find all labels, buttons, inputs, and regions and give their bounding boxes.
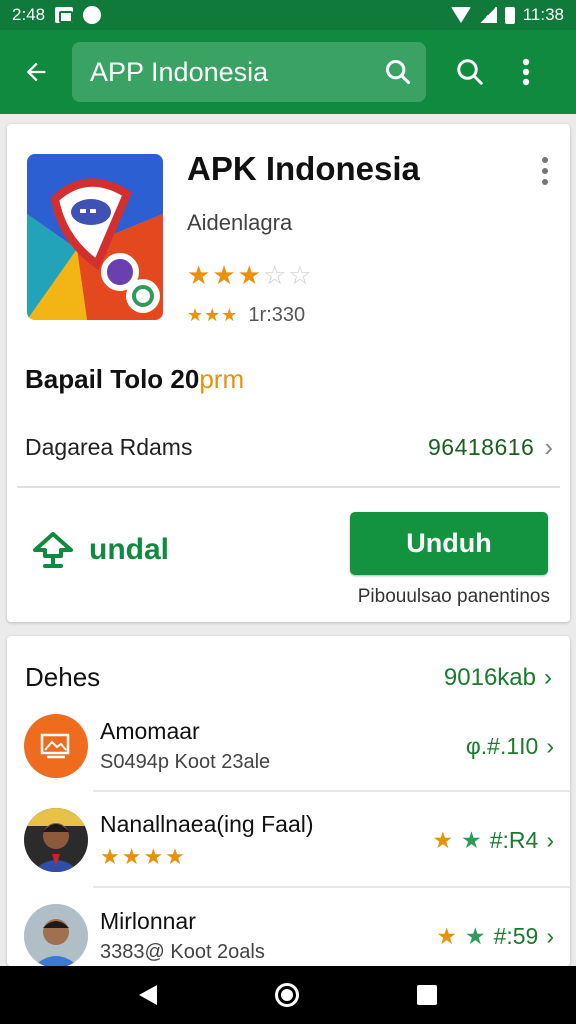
star-icon: ★ <box>187 260 211 290</box>
install-link[interactable]: undal <box>31 530 169 570</box>
promo-text: Bapail Tolo 20prm <box>25 364 244 395</box>
list-item[interactable]: Amomaar S0494p Koot 23ale φ.#.1I0 › <box>7 698 570 794</box>
divider <box>17 486 560 488</box>
overflow-menu-button[interactable] <box>498 30 554 114</box>
star-icon: ★ <box>237 260 261 290</box>
status-time-left: 2:48 <box>12 5 46 24</box>
list-item-value-text: #:59 <box>493 922 539 949</box>
rating-stars: ★ ★ ★ ☆ ☆ <box>187 262 312 288</box>
list-item-value: φ.#.1I0 › <box>466 733 554 760</box>
list-item-value-text: #:R4 <box>489 826 539 853</box>
status-time-right: 11:38 <box>522 5 564 24</box>
section-title: Dehes <box>25 662 101 692</box>
chevron-right-icon: › <box>544 431 553 462</box>
review-count: 1r:330 <box>248 304 306 326</box>
app-notification-icon <box>83 6 102 24</box>
section-more-label: 9016kab <box>443 664 536 691</box>
avatar <box>24 904 88 966</box>
star-icon: ★ <box>436 922 457 949</box>
chevron-right-icon: › <box>546 826 554 853</box>
star-icon: ☆ <box>288 260 312 290</box>
search-icon[interactable] <box>384 58 412 86</box>
list-item[interactable]: Nanallnaea(ing Faal) ★★★★ ★ ★ #:R4 › <box>7 792 570 888</box>
nav-recents-button[interactable] <box>417 985 437 1005</box>
image-icon <box>40 733 70 759</box>
list-item-subtitle: S0494p Koot 23ale <box>100 751 271 773</box>
search-icon <box>457 59 483 85</box>
install-link-label: undal <box>89 533 169 566</box>
avatar <box>24 808 88 872</box>
list-item-title: Mirlonnar <box>100 908 196 934</box>
star-icon: ★ <box>432 826 454 853</box>
review-summary: ★★★ 1r:330 <box>187 304 305 327</box>
more-vert-icon <box>522 58 530 86</box>
promo-accent: prm <box>199 364 245 394</box>
chevron-right-icon: › <box>544 664 552 691</box>
search-input[interactable]: APP Indonesia <box>90 57 384 88</box>
app-card-menu-button[interactable] <box>533 154 557 188</box>
list-item-title: Amomaar <box>100 718 200 744</box>
list-item[interactable]: Mirlonnar 3383@ Koot 2oals ★ ★ #:59 › <box>7 888 570 966</box>
list-item-value: ★ ★ #:59 › <box>436 923 554 950</box>
wifi-icon <box>450 7 471 23</box>
download-cloud-icon <box>33 532 73 568</box>
promo-main: Bapail Tolo 20 <box>25 364 200 394</box>
signal-icon <box>478 7 497 23</box>
search-button[interactable] <box>442 30 498 114</box>
status-bar: 2:48 11:38 <box>0 0 576 30</box>
list-item-stars: ★★★★ <box>100 843 187 869</box>
list-item-value: ★ ★ #:R4 › <box>432 827 554 854</box>
app-detail-card: APK Indonesia Aidenlagra ★ ★ ★ ☆ ☆ ★★★ 1… <box>7 124 570 622</box>
star-icon: ★ <box>461 826 482 853</box>
nav-home-button[interactable] <box>275 983 299 1007</box>
app-icon <box>27 154 163 320</box>
app-title: APK Indonesia <box>187 150 420 187</box>
developer-name[interactable]: Aidenlagra <box>187 210 292 236</box>
list-item-title: Nanallnaea(ing Faal) <box>100 810 314 837</box>
section-more-link[interactable]: 9016kab › <box>444 664 552 692</box>
battery-icon <box>504 6 515 24</box>
button-caption: Pibouulsao panentinos <box>357 586 550 607</box>
system-nav-bar <box>0 966 576 1024</box>
back-button[interactable] <box>0 30 72 114</box>
app-bar: APP Indonesia <box>0 30 576 114</box>
avatar <box>24 714 88 778</box>
download-button[interactable]: Unduh <box>350 512 548 575</box>
mini-star-icon: ★★★ <box>187 305 239 325</box>
arrow-back-icon <box>26 62 46 82</box>
list-item-subtitle: 3383@ Koot 2oals <box>100 941 265 963</box>
star-icon: ☆ <box>262 260 287 290</box>
search-field[interactable]: APP Indonesia <box>72 42 426 102</box>
related-list-card: Dehes 9016kab › Amomaar S0494p Koot 23al… <box>7 636 570 966</box>
chevron-right-icon: › <box>546 922 554 949</box>
star-icon: ★ <box>212 260 236 290</box>
notification-icon <box>55 7 74 23</box>
meta-row[interactable]: Dagarea Rdams 96418616 › <box>25 424 553 470</box>
meta-value: 96418616 <box>427 433 535 460</box>
nav-back-button[interactable] <box>139 985 157 1005</box>
meta-label: Dagarea Rdams <box>25 433 193 460</box>
list-item-value-text: φ.#.1I0 <box>465 732 539 759</box>
star-icon: ★ <box>464 922 486 949</box>
chevron-right-icon: › <box>546 732 554 759</box>
